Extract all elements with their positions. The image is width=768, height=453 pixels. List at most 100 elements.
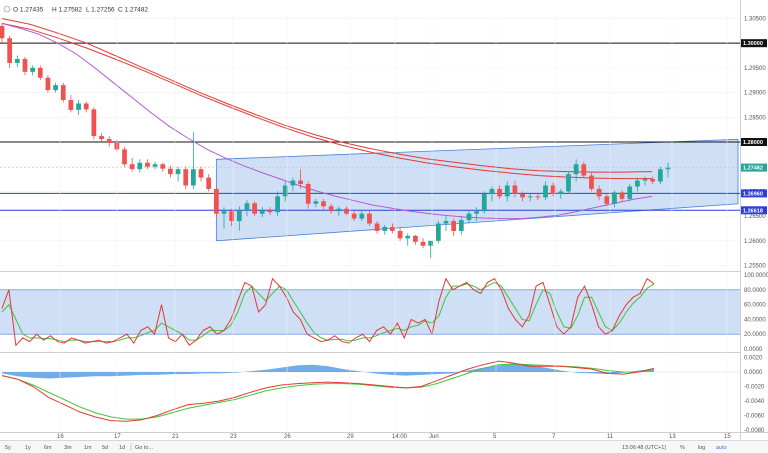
timeframe-1y[interactable]: 1y (25, 445, 31, 451)
candle-body (642, 179, 648, 181)
candle-body (351, 213, 357, 219)
stoch-tick-label: 100.0000 (744, 273, 768, 279)
macd-tick-label: -0.0060 (744, 413, 765, 419)
macd-pane[interactable]: 0.0020 0.0000 -0.0020 -0.0040 -0.0060 -0.0080 (0, 355, 765, 434)
candle-body (382, 226, 388, 231)
price-tick-label: 1.30500 (744, 16, 766, 22)
stoch-tick-label: 40.0000 (744, 317, 766, 323)
candle-body (489, 188, 495, 194)
candle-body (275, 196, 280, 213)
candle-body (336, 208, 342, 212)
stoch-tick-label: 60.0000 (744, 303, 766, 309)
candle-body (191, 169, 196, 186)
timeframe-1d[interactable]: 1d (119, 445, 125, 451)
candle-body (359, 213, 365, 219)
candle-body (367, 213, 372, 224)
timeframe-1m[interactable]: 1m (84, 445, 92, 451)
candle-body (298, 180, 303, 184)
candle-body (451, 221, 457, 231)
stochastic-pane[interactable]: 100.0000 80.0000 60.0000 40.0000 20.0000 0.00… (0, 273, 768, 353)
candle-body (152, 164, 158, 167)
candle-body (497, 188, 502, 197)
macd-tick-label: -0.0040 (744, 399, 765, 405)
candle-body (520, 193, 525, 198)
candle-body (604, 196, 610, 204)
candle-body (413, 235, 418, 242)
ohlc-open: O 1.27435 (13, 7, 44, 14)
candle-body (244, 203, 250, 211)
candle-body (397, 230, 403, 239)
price-tag-label: 1.26618 (743, 208, 763, 214)
candle-body (405, 235, 411, 239)
candle-body (106, 139, 112, 143)
percent-toggle[interactable]: % (680, 445, 685, 451)
time-tick-label: 21 (172, 434, 179, 440)
clock-readout: 13:06:48 (UTC+1) (622, 445, 666, 451)
candle-body (390, 226, 395, 231)
stoch-tick-label: 80.0000 (744, 288, 766, 294)
price-tick-label: 1.25500 (744, 264, 766, 270)
time-tick-label: Jun (429, 434, 439, 440)
candle-body (635, 180, 640, 187)
candle-body (627, 186, 633, 199)
candle-body (466, 213, 472, 221)
log-toggle[interactable]: log (698, 445, 705, 451)
ohlc-low: L 1.27256 (86, 7, 115, 14)
goto-button[interactable]: Go to... (135, 445, 154, 451)
candle-body (435, 223, 441, 241)
trading-chart[interactable]: O 1.27435 H 1.27582 L 1.27256 C 1.27482 … (0, 0, 768, 453)
macd-tick-label: -0.0020 (744, 384, 765, 390)
candle-body (428, 240, 434, 246)
stoch-tick-label: 20.0000 (744, 332, 766, 338)
candle-body (252, 203, 257, 214)
time-tick-label: 16 (57, 434, 64, 440)
candle-body (443, 221, 449, 224)
timeframe-5d[interactable]: 5d (102, 445, 108, 451)
candle-body (328, 206, 334, 212)
stoch-tick-label: 0.0000 (744, 347, 763, 353)
candle-body (657, 169, 663, 182)
price-tick-label: 1.29000 (744, 91, 766, 97)
candle-body (129, 164, 135, 170)
candle-body (581, 164, 587, 176)
candle-body (53, 85, 58, 91)
time-tick-label: 17 (114, 434, 121, 440)
time-tick-label: 23 (230, 434, 237, 440)
candle-body (213, 188, 219, 214)
price-pane[interactable]: 1.30500 1.30000 1.29500 1.29000 1.28500 1.280… (0, 16, 767, 270)
price-tick-label: 1.26000 (744, 239, 766, 245)
time-tick-label: 5 (493, 434, 497, 440)
time-tick-label: 11 (607, 434, 614, 440)
trend-channel (215, 138, 739, 242)
candle-body (236, 210, 242, 222)
candle-body (558, 191, 564, 194)
candle-body (650, 179, 656, 182)
auto-toggle[interactable]: auto (716, 445, 727, 451)
candle-body (267, 210, 273, 213)
price-tick-label: 1.29500 (744, 66, 766, 72)
macd-tick-label: -0.0080 (744, 428, 765, 434)
macd-tick-label: 0.0020 (744, 355, 763, 361)
candle-body (566, 174, 571, 192)
candle-body (573, 164, 579, 175)
candle-body (481, 193, 487, 212)
timeframe-5y[interactable]: 5y (5, 445, 11, 451)
candle-body (344, 208, 349, 214)
macd-tick-label: 0.0000 (744, 370, 763, 376)
candle-body (229, 211, 235, 222)
ohlc-legend: O 1.27435 H 1.27582 L 1.27256 C 1.27482 (3, 5, 148, 14)
time-tick-label: 14:00 (392, 434, 408, 440)
candle-body (37, 67, 43, 78)
time-tick-label: 15 (724, 434, 731, 440)
candle-body (474, 211, 479, 214)
timeframe-6m[interactable]: 6m (44, 445, 52, 451)
candle-body (137, 162, 143, 170)
candle-body (60, 85, 66, 100)
timeframe-3m[interactable]: 3m (64, 445, 72, 451)
candle-body (160, 164, 166, 169)
candle-body (458, 220, 464, 231)
price-tick-label: 1.26500 (744, 214, 766, 220)
candle-body (183, 169, 189, 186)
overbought-oversold-band (0, 289, 740, 335)
candle-body (0, 25, 5, 39)
